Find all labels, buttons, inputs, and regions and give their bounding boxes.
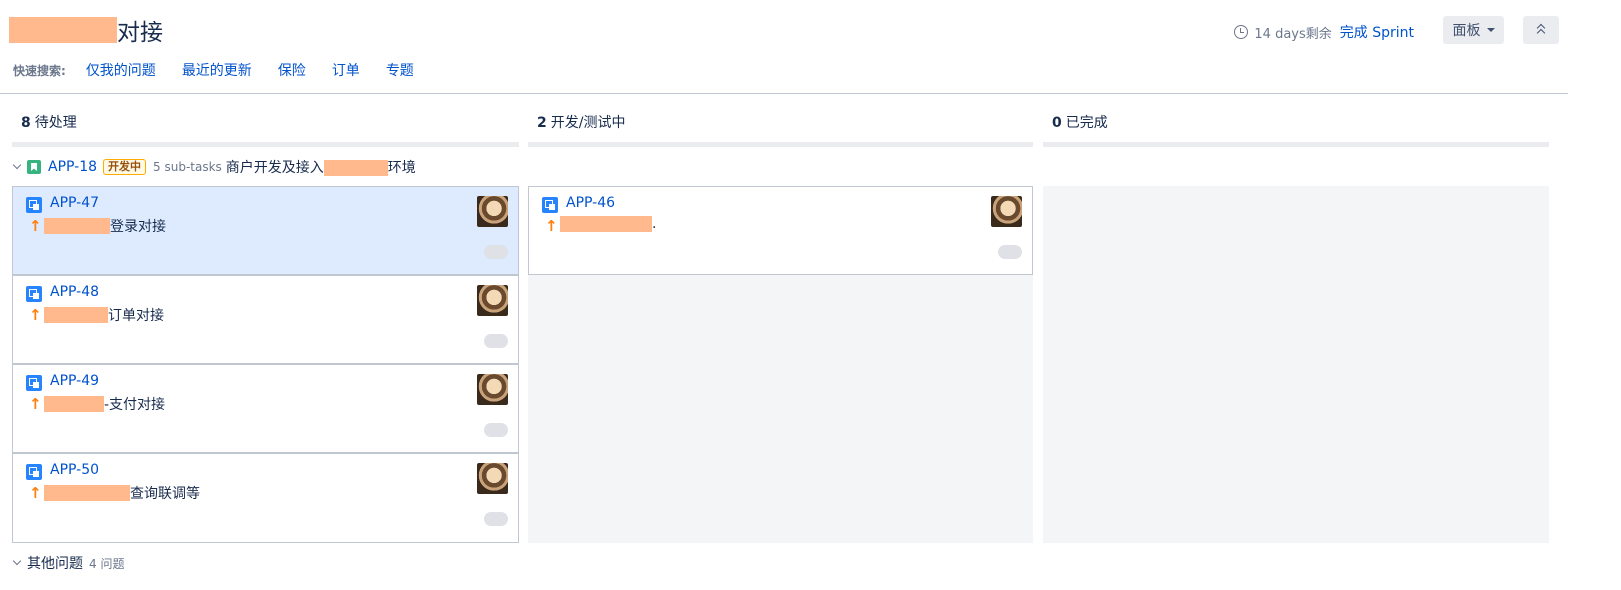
avatar[interactable] xyxy=(477,285,508,316)
issue-card[interactable]: APP-47 ↑ 登录对接 xyxy=(12,186,519,275)
column-count: 2 xyxy=(537,115,547,131)
column-todo: APP-47 ↑ 登录对接 APP-48 ↑ 订单对接 APP-49 ↑ -支付… xyxy=(12,186,519,543)
estimate-badge xyxy=(998,245,1022,259)
summary-text: 环境 xyxy=(387,160,416,176)
priority-high-icon: ↑ xyxy=(29,217,42,235)
subtask-icon xyxy=(26,375,42,391)
status-badge: 开发中 xyxy=(103,159,147,175)
estimate-badge xyxy=(484,245,508,259)
swimlane-summary: 商户开发及接入 环境 xyxy=(226,157,416,177)
estimate-badge xyxy=(484,512,508,526)
issue-summary: 查询联调等 xyxy=(44,483,200,503)
issue-card[interactable]: APP-49 ↑ -支付对接 xyxy=(12,364,519,453)
priority-high-icon: ↑ xyxy=(29,395,42,413)
redacted-block xyxy=(44,485,130,501)
caret-down-icon xyxy=(1486,28,1495,32)
summary-text: 登录对接 xyxy=(110,219,166,235)
summary-text: 查询联调等 xyxy=(130,486,200,502)
other-issues-swimlane[interactable]: 其他问题 4 问题 xyxy=(12,553,124,573)
swimlane-issue-key[interactable]: APP-18 xyxy=(48,159,97,175)
summary-text: . xyxy=(652,216,657,232)
other-issues-label: 其他问题 xyxy=(27,556,83,572)
sprint-info: 14 days剩余 完成 Sprint xyxy=(1234,22,1414,42)
avatar[interactable] xyxy=(477,463,508,494)
clock-icon xyxy=(1234,25,1249,39)
column-in-progress: APP-46 ↑ . xyxy=(528,186,1033,543)
subtask-icon xyxy=(26,464,42,480)
chevron-down-icon[interactable] xyxy=(12,556,22,566)
issue-key[interactable]: APP-47 xyxy=(50,195,99,211)
summary-text: -支付对接 xyxy=(104,397,166,413)
board-title-text: 对接 xyxy=(117,20,163,46)
quick-filter-topics[interactable]: 专题 xyxy=(386,60,414,80)
swimlane-header[interactable]: APP-18 开发中 5 sub-tasks 商户开发及接入 环境 xyxy=(12,157,416,177)
priority-high-icon: ↑ xyxy=(29,484,42,502)
column-name: 开发/测试中 xyxy=(550,115,626,131)
issue-summary: . xyxy=(560,216,656,232)
quick-filter-my-issues[interactable]: 仅我的问题 xyxy=(86,60,156,80)
quick-filters: 快速搜索: 仅我的问题 最近的更新 保险 订单 专题 xyxy=(13,60,440,80)
board-title: 对接 xyxy=(9,16,163,46)
column-header-done: 0 已完成 xyxy=(1043,102,1549,147)
redacted-block xyxy=(323,160,388,176)
avatar[interactable] xyxy=(991,196,1022,227)
issue-card[interactable]: APP-50 ↑ 查询联调等 xyxy=(12,453,519,543)
subtask-icon xyxy=(542,197,558,213)
collapse-header-button[interactable] xyxy=(1523,16,1559,44)
issue-summary: -支付对接 xyxy=(44,394,165,414)
issue-key[interactable]: APP-48 xyxy=(50,284,99,300)
subtask-icon xyxy=(26,197,42,213)
issue-card[interactable]: APP-48 ↑ 订单对接 xyxy=(12,275,519,364)
quick-filter-orders[interactable]: 订单 xyxy=(332,60,360,80)
days-remaining: 14 days剩余 xyxy=(1254,26,1332,42)
column-count: 8 xyxy=(21,115,31,131)
column-name: 已完成 xyxy=(1065,115,1108,131)
story-icon xyxy=(27,160,41,174)
column-count: 0 xyxy=(1052,115,1062,131)
summary-text: 订单对接 xyxy=(108,308,164,324)
other-issues-count: 4 问题 xyxy=(89,556,125,571)
redacted-block xyxy=(44,218,110,234)
issue-key[interactable]: APP-46 xyxy=(566,195,615,211)
board-menu-label: 面板 xyxy=(1452,23,1481,39)
chevron-down-icon[interactable] xyxy=(12,160,22,170)
redacted-block xyxy=(9,17,117,43)
priority-high-icon: ↑ xyxy=(545,217,558,235)
estimate-badge xyxy=(484,423,508,437)
issue-key[interactable]: APP-49 xyxy=(50,373,99,389)
issue-summary: 订单对接 xyxy=(44,305,164,325)
column-header-todo: 8 待处理 xyxy=(12,102,519,147)
column-header-in-progress: 2 开发/测试中 xyxy=(528,102,1033,147)
redacted-block xyxy=(44,307,108,323)
priority-high-icon: ↑ xyxy=(29,306,42,324)
chevron-up-icon xyxy=(1536,28,1546,38)
column-done xyxy=(1043,186,1549,543)
issue-card[interactable]: APP-46 ↑ . xyxy=(528,186,1033,275)
avatar[interactable] xyxy=(477,374,508,405)
quick-filter-recent-updates[interactable]: 最近的更新 xyxy=(182,60,252,80)
column-name: 待处理 xyxy=(34,115,77,131)
quick-filter-insurance[interactable]: 保险 xyxy=(278,60,306,80)
subtask-count: 5 sub-tasks xyxy=(153,160,222,174)
estimate-badge xyxy=(484,334,508,348)
board-menu-button[interactable]: 面板 xyxy=(1443,16,1504,44)
quick-filters-label: 快速搜索: xyxy=(13,63,66,78)
issue-key[interactable]: APP-50 xyxy=(50,462,99,478)
issue-summary: 登录对接 xyxy=(44,216,166,236)
avatar[interactable] xyxy=(477,196,508,227)
summary-text: 商户开发及接入 xyxy=(225,160,324,176)
complete-sprint-link[interactable]: 完成 Sprint xyxy=(1340,22,1414,42)
redacted-block xyxy=(560,216,652,232)
subtask-icon xyxy=(26,286,42,302)
header-divider xyxy=(0,93,1568,94)
redacted-block xyxy=(44,396,104,412)
